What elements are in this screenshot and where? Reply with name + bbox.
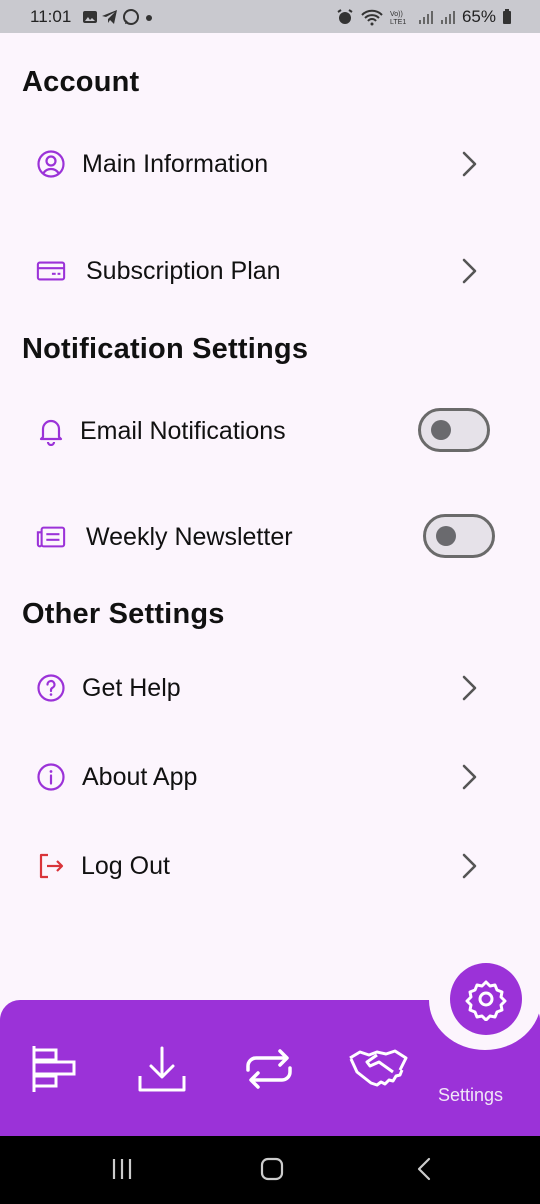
row-label-log-out: Log Out <box>81 851 170 880</box>
system-nav-bar <box>0 1136 540 1204</box>
toggle-knob <box>436 526 456 546</box>
status-bar: 11:01 Vo)) LTE1 65% <box>0 0 540 33</box>
svg-text:Vo)): Vo)) <box>390 11 403 18</box>
help-circle-icon <box>36 673 66 703</box>
settings-row-about-app[interactable]: About App <box>0 745 540 809</box>
signal-icon <box>440 11 455 24</box>
settings-icon <box>465 980 507 1021</box>
download-icon[interactable] <box>135 1042 189 1096</box>
settings-fab[interactable] <box>450 963 522 1035</box>
row-label-get-help: Get Help <box>82 673 181 702</box>
chevron-right-icon <box>462 151 477 177</box>
settings-row-get-help[interactable]: Get Help <box>0 656 540 720</box>
signal-icon <box>418 11 433 24</box>
row-label-main-information: Main Information <box>82 149 269 178</box>
settings-row-main-information[interactable]: Main Information <box>0 132 540 196</box>
settings-row-subscription-plan[interactable]: Subscription Plan <box>0 239 540 303</box>
section-title-account: Account <box>22 66 140 98</box>
whatsapp-icon <box>123 9 139 25</box>
user-circle-icon <box>36 149 66 179</box>
bell-icon <box>36 416 66 446</box>
recent-apps-icon[interactable] <box>110 1156 136 1182</box>
toggle-knob <box>431 420 451 440</box>
wifi-icon <box>361 9 383 26</box>
row-label-subscription-plan: Subscription Plan <box>86 256 281 285</box>
section-title-notifications: Notification Settings <box>22 333 309 365</box>
newsletter-icon <box>36 522 66 552</box>
chart-icon[interactable] <box>28 1042 82 1096</box>
handshake-icon[interactable] <box>347 1042 409 1096</box>
svg-text:LTE1: LTE1 <box>390 19 406 26</box>
back-icon[interactable] <box>412 1156 438 1182</box>
email-notifications-toggle[interactable] <box>418 408 490 452</box>
info-circle-icon <box>36 762 66 792</box>
alarm-icon <box>337 9 353 24</box>
telegram-icon <box>102 10 117 24</box>
status-time: 11:01 <box>30 7 72 26</box>
row-label-weekly-newsletter: Weekly Newsletter <box>86 522 293 551</box>
gallery-icon <box>83 11 97 23</box>
row-label-about-app: About App <box>82 762 198 791</box>
status-left-icons <box>82 8 155 26</box>
chevron-right-icon <box>462 853 477 879</box>
chevron-right-icon <box>462 258 477 284</box>
logout-icon <box>36 851 66 881</box>
chevron-right-icon <box>462 764 477 790</box>
battery-percent: 65% <box>461 7 496 26</box>
weekly-newsletter-toggle[interactable] <box>423 514 495 558</box>
chevron-right-icon <box>462 675 477 701</box>
status-right-icons: Vo)) LTE1 65% <box>336 7 512 27</box>
volte-icon: Vo))LTE1 <box>390 11 406 26</box>
dot-icon <box>146 15 152 21</box>
repeat-icon[interactable] <box>242 1042 296 1096</box>
section-title-other: Other Settings <box>22 598 225 630</box>
home-icon[interactable] <box>259 1156 285 1182</box>
battery-icon <box>503 9 511 24</box>
row-label-email-notifications: Email Notifications <box>80 416 286 445</box>
credit-card-icon <box>36 256 66 286</box>
settings-row-log-out[interactable]: Log Out <box>0 834 540 898</box>
settings-nav-label: Settings <box>438 1085 504 1105</box>
